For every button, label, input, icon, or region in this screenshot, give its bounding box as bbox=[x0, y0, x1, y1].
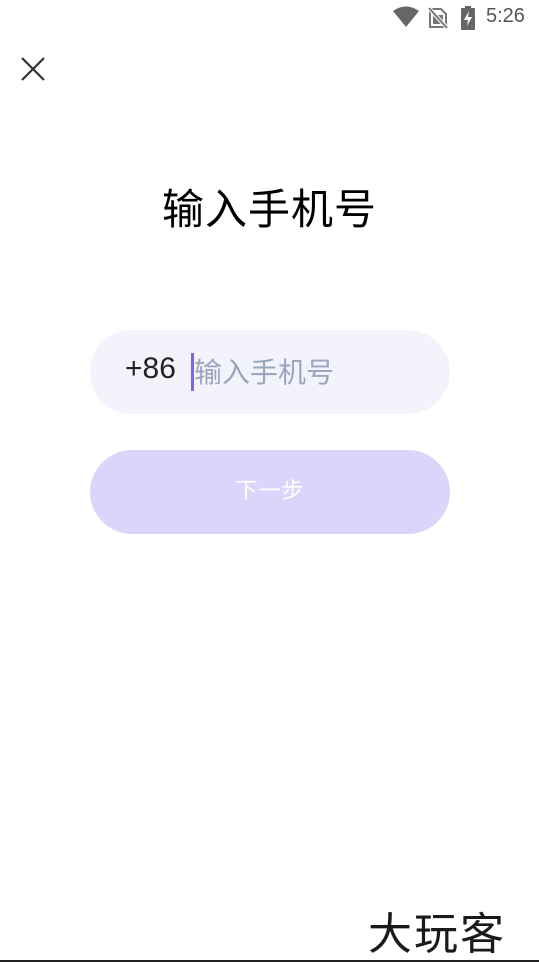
battery-charging-icon bbox=[461, 6, 475, 30]
wifi-icon bbox=[393, 6, 419, 27]
page-title: 输入手机号 bbox=[161, 185, 377, 234]
close-button[interactable] bbox=[16, 52, 50, 86]
no-sim-icon bbox=[428, 7, 448, 29]
status-time: 5:26 bbox=[486, 5, 525, 27]
status-bar: 5:26 bbox=[0, 0, 539, 36]
close-icon bbox=[21, 57, 45, 81]
next-button[interactable]: 下一步 bbox=[90, 450, 450, 534]
phone-field[interactable]: +86 bbox=[90, 330, 450, 414]
phone-input[interactable] bbox=[194, 350, 424, 394]
watermark: 大玩客 bbox=[368, 909, 506, 960]
country-code[interactable]: +86 bbox=[125, 352, 176, 386]
